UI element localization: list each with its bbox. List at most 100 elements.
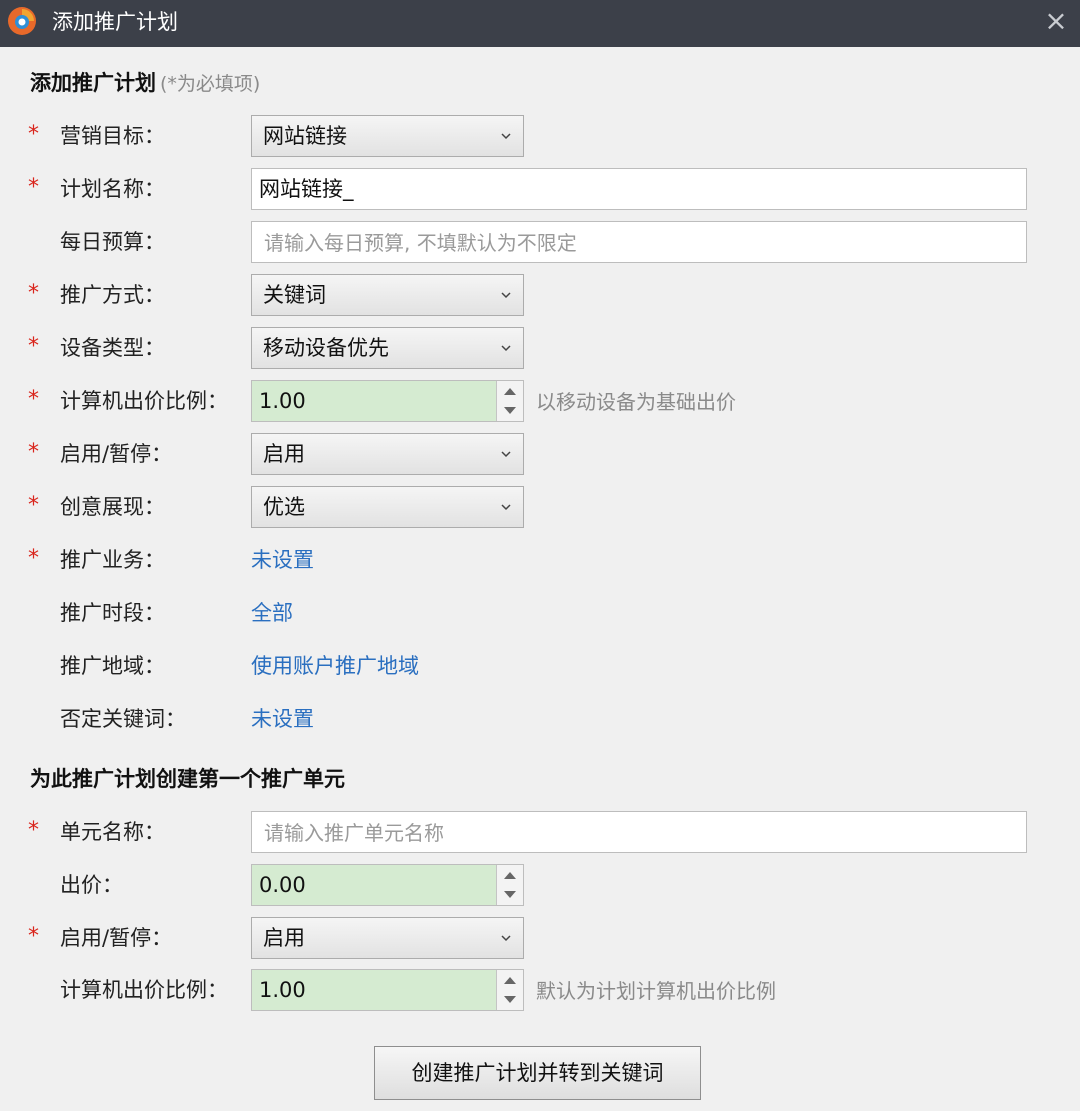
required-mark: *	[28, 440, 39, 465]
triangle-down-icon	[504, 407, 516, 414]
decrement-button[interactable]	[497, 885, 523, 905]
required-mark: *	[28, 924, 39, 949]
field-label: 计算机出价比例：	[60, 389, 228, 413]
form-row-promotion-business: * 推广业务： 未设置	[0, 539, 1080, 581]
field-label: 启用/暂停：	[60, 926, 173, 950]
field-label: 否定关键词：	[60, 707, 186, 731]
select-value: 优选	[263, 495, 305, 519]
field-note: 默认为计划计算机出价比例	[536, 979, 776, 1003]
window-title: 添加推广计划	[52, 10, 178, 34]
unit-section-heading: 为此推广计划创建第一个推广单元	[30, 767, 345, 791]
field-label: 启用/暂停：	[60, 442, 173, 466]
bid-stepper[interactable]: 0.00	[251, 864, 524, 906]
unit-status-select[interactable]: 启用	[251, 917, 524, 959]
increment-button[interactable]	[497, 381, 523, 401]
required-mark: *	[28, 493, 39, 518]
required-mark: *	[28, 334, 39, 359]
form-row-unit-status: * 启用/暂停： 启用	[0, 917, 1080, 959]
plan-section-heading: 添加推广计划 (*为必填项)	[30, 69, 260, 98]
device-type-select[interactable]: 移动设备优先	[251, 327, 524, 369]
title-bar: 添加推广计划 ×	[0, 0, 1080, 47]
plan-heading-text: 添加推广计划	[30, 71, 156, 95]
unit-pc-bid-ratio-stepper[interactable]: 1.00	[251, 969, 524, 1011]
promotion-time-link[interactable]: 全部	[251, 599, 293, 627]
select-value: 启用	[263, 926, 305, 950]
field-label: 出价：	[60, 873, 123, 897]
field-label: 计算机出价比例：	[60, 978, 228, 1002]
field-label: 营销目标：	[60, 124, 165, 148]
field-label: 推广地域：	[60, 654, 165, 678]
creative-display-select[interactable]: 优选	[251, 486, 524, 528]
field-label: 设备类型：	[60, 336, 165, 360]
required-hint: (*为必填项)	[160, 73, 261, 95]
select-value: 移动设备优先	[263, 336, 389, 360]
unit-name-input[interactable]: 请输入推广单元名称	[251, 811, 1027, 853]
form-row-marketing-goal: * 营销目标： 网站链接	[0, 115, 1080, 157]
form-row-promotion-method: * 推广方式： 关键词	[0, 274, 1080, 316]
select-value: 关键词	[263, 283, 326, 307]
chevron-down-icon	[501, 345, 511, 352]
form-row-promotion-time: 推广时段： 全部	[0, 592, 1080, 634]
triangle-down-icon	[504, 996, 516, 1003]
promotion-business-link[interactable]: 未设置	[251, 546, 314, 574]
field-label: 推广时段：	[60, 601, 165, 625]
negative-keywords-link[interactable]: 未设置	[251, 705, 314, 733]
field-label: 单元名称：	[60, 820, 165, 844]
increment-button[interactable]	[497, 970, 523, 990]
form-row-creative-display: * 创意展现： 优选	[0, 486, 1080, 528]
form-row-plan-status: * 启用/暂停： 启用	[0, 433, 1080, 475]
decrement-button[interactable]	[497, 401, 523, 421]
promotion-method-select[interactable]: 关键词	[251, 274, 524, 316]
stepper-value: 1.00	[259, 978, 306, 1002]
pc-bid-ratio-stepper[interactable]: 1.00	[251, 380, 524, 422]
form-row-unit-name: * 单元名称： 请输入推广单元名称	[0, 811, 1080, 853]
plan-name-input[interactable]: 网站链接_	[251, 168, 1027, 210]
chevron-down-icon	[501, 451, 511, 458]
form-row-daily-budget: 每日预算： 请输入每日预算, 不填默认为不限定	[0, 221, 1080, 263]
field-label: 创意展现：	[60, 495, 165, 519]
stepper-value: 0.00	[259, 873, 306, 897]
form-row-plan-name: * 计划名称： 网站链接_	[0, 168, 1080, 210]
promotion-region-link[interactable]: 使用账户推广地域	[251, 652, 419, 680]
required-mark: *	[28, 175, 39, 200]
select-value: 网站链接	[263, 124, 347, 148]
plan-status-select[interactable]: 启用	[251, 433, 524, 475]
form-row-bid: 出价： 0.00	[0, 864, 1080, 906]
chevron-down-icon	[501, 504, 511, 511]
input-placeholder: 请输入推广单元名称	[264, 821, 444, 845]
form-row-negative-keywords: 否定关键词： 未设置	[0, 698, 1080, 740]
triangle-up-icon	[504, 872, 516, 879]
required-mark: *	[28, 387, 39, 412]
form-row-unit-pc-bid-ratio: 计算机出价比例： 1.00 默认为计划计算机出价比例	[0, 969, 1080, 1011]
create-plan-button[interactable]: 创建推广计划并转到关键词	[374, 1046, 701, 1100]
field-label: 每日预算：	[60, 230, 165, 254]
increment-button[interactable]	[497, 865, 523, 885]
decrement-button[interactable]	[497, 990, 523, 1010]
required-mark: *	[28, 546, 39, 571]
field-note: 以移动设备为基础出价	[536, 390, 736, 414]
close-icon[interactable]: ×	[1040, 6, 1072, 38]
stepper-buttons	[496, 970, 523, 1010]
input-placeholder: 请输入每日预算, 不填默认为不限定	[264, 231, 577, 255]
triangle-up-icon	[504, 388, 516, 395]
stepper-buttons	[496, 381, 523, 421]
input-value: 网站链接_	[259, 177, 354, 201]
form-row-device-type: * 设备类型： 移动设备优先	[0, 327, 1080, 369]
stepper-buttons	[496, 865, 523, 905]
required-mark: *	[28, 818, 39, 843]
select-value: 启用	[263, 442, 305, 466]
required-mark: *	[28, 122, 39, 147]
daily-budget-input[interactable]: 请输入每日预算, 不填默认为不限定	[251, 221, 1027, 263]
field-label: 推广业务：	[60, 548, 165, 572]
form-row-promotion-region: 推广地域： 使用账户推广地域	[0, 645, 1080, 687]
triangle-down-icon	[504, 891, 516, 898]
chevron-down-icon	[501, 292, 511, 299]
app-logo-icon	[8, 7, 36, 35]
marketing-goal-select[interactable]: 网站链接	[251, 115, 524, 157]
stepper-value: 1.00	[259, 389, 306, 413]
field-label: 推广方式：	[60, 283, 165, 307]
field-label: 计划名称：	[60, 177, 165, 201]
required-mark: *	[28, 281, 39, 306]
form-row-pc-bid-ratio: * 计算机出价比例： 1.00 以移动设备为基础出价	[0, 380, 1080, 422]
triangle-up-icon	[504, 977, 516, 984]
